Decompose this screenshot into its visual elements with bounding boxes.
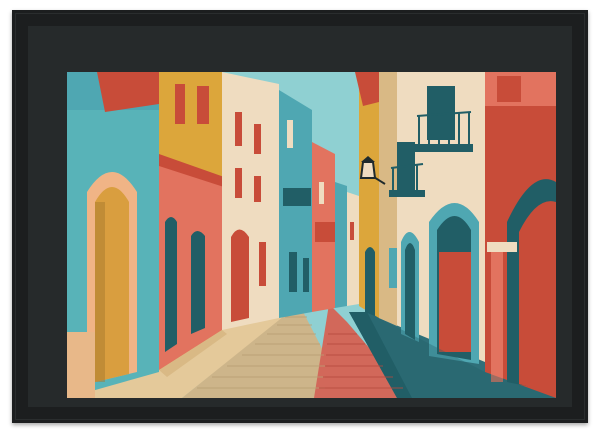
far-teal-1 bbox=[335, 182, 347, 308]
dark-mat bbox=[28, 26, 572, 407]
cream-window-1 bbox=[235, 112, 242, 146]
right-red-big-arch-inner bbox=[519, 201, 556, 394]
right-cream-big-arch-inner bbox=[439, 252, 471, 352]
street-lamp bbox=[359, 161, 377, 179]
mustard-window-1 bbox=[175, 84, 185, 124]
framed-print-product bbox=[0, 0, 600, 435]
right-cream-arch-1-door bbox=[405, 243, 415, 340]
street-illustration bbox=[67, 72, 556, 398]
cream-arch-door bbox=[231, 229, 249, 322]
cream-window-5 bbox=[259, 242, 266, 286]
far-cream-1 bbox=[347, 192, 359, 306]
mid-teal-door bbox=[289, 252, 297, 292]
mustard-window-2 bbox=[197, 86, 209, 124]
far-coral-window bbox=[319, 182, 324, 204]
cream-building bbox=[222, 72, 279, 330]
right-balcony-upper-base bbox=[415, 144, 473, 152]
mid-teal-window-1 bbox=[287, 120, 293, 148]
right-red-pillar-cap bbox=[487, 242, 517, 252]
cream-window-4 bbox=[254, 176, 261, 202]
right-balcony-lower-base bbox=[389, 190, 425, 197]
right-red-pillar bbox=[491, 242, 503, 382]
left-arch-shadow bbox=[95, 202, 105, 382]
left-base-block bbox=[67, 332, 95, 398]
mid-teal-door-2 bbox=[303, 258, 309, 292]
far-coral-balcony bbox=[315, 222, 335, 242]
artwork-image bbox=[67, 72, 556, 398]
right-red-window-upper bbox=[497, 76, 521, 102]
right-cream-window bbox=[389, 248, 397, 288]
mid-teal-balcony bbox=[283, 188, 311, 206]
far-window-a bbox=[350, 222, 354, 240]
black-frame bbox=[12, 10, 588, 423]
coral-arch-2 bbox=[191, 231, 205, 334]
coral-arch-1 bbox=[165, 217, 177, 352]
right-far-mustard-door bbox=[365, 247, 375, 316]
cream-window-3 bbox=[235, 168, 242, 198]
cream-window-2 bbox=[254, 124, 261, 154]
